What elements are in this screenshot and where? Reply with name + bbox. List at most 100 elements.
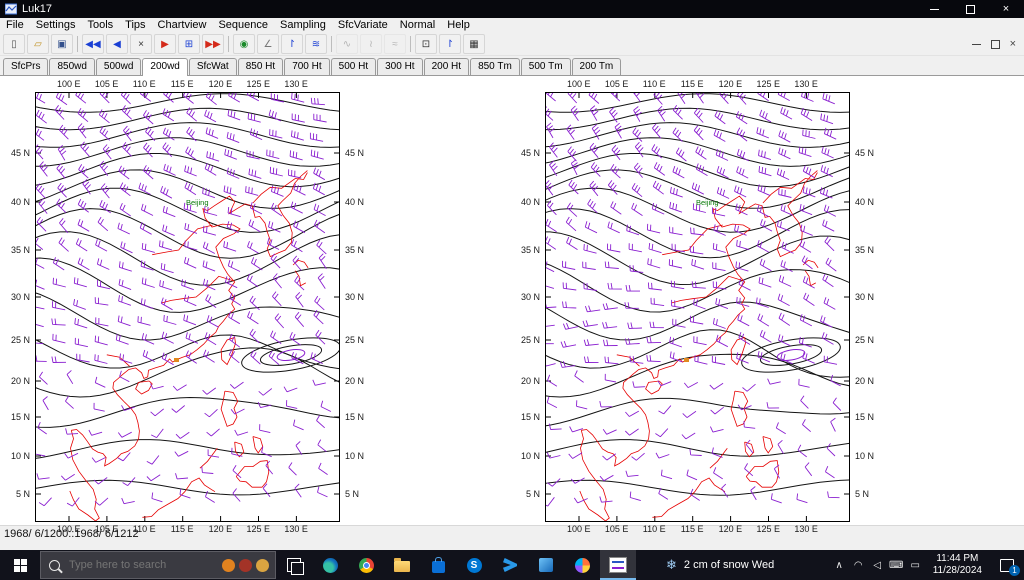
city-label: Beijing — [696, 198, 719, 207]
lat-tick-label: 30 N — [345, 292, 365, 302]
minimize-button[interactable] — [916, 0, 952, 18]
menu-item-normal[interactable]: Normal — [394, 18, 441, 33]
restore-button[interactable] — [952, 0, 988, 18]
tab-850tm[interactable]: 850 Tm — [470, 58, 520, 75]
mdi-window-controls: × — [971, 38, 1016, 50]
taskbar-media-app-icon[interactable] — [528, 550, 564, 580]
tab-850ht[interactable]: 850 Ht — [237, 58, 284, 75]
last-chart-button[interactable]: ▶▶ — [202, 34, 224, 54]
globe-button[interactable]: ◉ — [233, 34, 255, 54]
station-marker — [684, 358, 689, 362]
lon-tick-label: 100 E — [567, 79, 591, 89]
task-view-button[interactable] — [276, 550, 312, 580]
menu-item-tools[interactable]: Tools — [81, 18, 119, 33]
taskbar-chrome-icon[interactable] — [348, 550, 384, 580]
seasonal-highlight-icon-3[interactable] — [256, 558, 269, 572]
lon-tick-label: 115 E — [680, 524, 704, 534]
cross-section-button[interactable]: ∠ — [257, 34, 279, 54]
mdi-minimize-button[interactable] — [971, 43, 981, 45]
weather-widget[interactable]: ❄ 2 cm of snow Wed — [654, 550, 786, 580]
smooth-button: ≀ — [360, 34, 382, 54]
battery-icon[interactable]: ▭ — [906, 550, 925, 580]
network-icon[interactable]: ◠ — [849, 550, 868, 580]
restore-icon — [965, 4, 975, 14]
menu-item-sfcvariate[interactable]: SfcVariate — [332, 18, 394, 33]
seasonal-highlight-icon-2[interactable] — [239, 558, 252, 572]
tab-500ht[interactable]: 500 Ht — [330, 58, 377, 75]
taskbar-edge-icon[interactable] — [312, 550, 348, 580]
next-chart-button[interactable]: ▶ — [154, 34, 176, 54]
stop-button[interactable]: × — [130, 34, 152, 54]
zoom-select-button[interactable]: ⊞ — [178, 34, 200, 54]
save-button[interactable]: ▣ — [51, 34, 73, 54]
mdi-close-button[interactable]: × — [1010, 38, 1016, 50]
lat-tick-label: 35 N — [855, 245, 875, 255]
menu-item-chartview[interactable]: Chartview — [152, 18, 213, 33]
barb-overlay-button[interactable]: ↾ — [439, 34, 461, 54]
taskbar-browser-icon[interactable] — [564, 550, 600, 580]
menu-item-tips[interactable]: Tips — [119, 18, 151, 33]
taskbar-chrome-icon-glyph — [358, 557, 374, 573]
lon-tick-label: 115 E — [170, 79, 194, 89]
tab-700ht[interactable]: 700 Ht — [284, 58, 330, 75]
notification-badge: 1 — [1009, 565, 1020, 576]
lon-tick-label: 125 E — [756, 524, 781, 534]
lon-tick-label: 130 E — [284, 524, 308, 534]
taskbar-vscode-icon[interactable] — [492, 550, 528, 580]
tab-200tm[interactable]: 200 Tm — [571, 58, 622, 75]
seasonal-highlight-icon-1[interactable] — [222, 558, 235, 572]
new-file-button[interactable]: ▯ — [3, 34, 25, 54]
prev-chart-button[interactable]: ◀ — [106, 34, 128, 54]
tab-850wd[interactable]: 850wd — [49, 58, 95, 75]
menu-item-help[interactable]: Help — [441, 18, 476, 33]
tab-500tm[interactable]: 500 Tm — [520, 58, 571, 75]
lat-tick-label: 20 N — [520, 376, 540, 386]
notification-center-button[interactable]: 1 — [990, 550, 1024, 580]
menu-item-sequence[interactable]: Sequence — [212, 18, 274, 33]
tab-200wd[interactable]: 200wd — [142, 58, 188, 76]
open-file-button[interactable]: ▱ — [27, 34, 49, 54]
tab-300ht[interactable]: 300 Ht — [377, 58, 423, 75]
chart-panel-left[interactable]: 100 E 100 E 105 E 105 E 110 E 110 E 115 E 115 E… — [11, 79, 364, 534]
keyboard-icon[interactable]: ⌨ — [887, 550, 906, 580]
tab-sfcprs[interactable]: SfcPrs — [3, 58, 49, 75]
city-label: Beijing — [186, 198, 209, 207]
lat-tick-label: 5 N — [15, 489, 30, 499]
menu-item-settings[interactable]: Settings — [30, 18, 82, 33]
taskbar-clock[interactable]: 11:44 PM 11/28/2024 — [925, 553, 990, 577]
tile-windows-button[interactable]: ⊡ — [415, 34, 437, 54]
chart-panel-right[interactable]: 100 E 100 E 105 E 105 E 110 E 110 E 115 E 115 E… — [521, 79, 874, 534]
tab-sfcwat[interactable]: SfcWat — [188, 58, 237, 75]
taskbar-vscode-icon-glyph — [503, 558, 517, 572]
lat-tick-label: 15 N — [520, 412, 540, 422]
search-input[interactable] — [67, 558, 216, 572]
menubar: File Settings Tools Tips Chartview Sequence Sa… — [0, 18, 1024, 33]
first-chart-button[interactable]: ◀◀ — [82, 34, 104, 54]
taskbar-skype-icon[interactable]: S — [456, 550, 492, 580]
lon-tick-label: 100 E — [57, 524, 81, 534]
mdi-restore-button[interactable] — [990, 39, 1000, 49]
wind-barb-button[interactable]: ↾ — [281, 34, 303, 54]
lon-tick-label: 115 E — [170, 524, 194, 534]
lon-tick-label: 120 E — [208, 524, 233, 534]
start-button[interactable] — [0, 550, 40, 580]
lat-tick-label: 5 N — [525, 489, 540, 499]
taskbar-file-explorer-icon[interactable] — [384, 550, 420, 580]
volume-icon[interactable]: ◁ — [868, 550, 887, 580]
grid-button[interactable]: ▦ — [463, 34, 485, 54]
close-button[interactable]: × — [988, 0, 1024, 18]
hidden-icons-chevron[interactable]: ∧ — [830, 550, 849, 580]
lon-tick-label: 105 E — [94, 79, 119, 89]
taskbar-store-icon[interactable] — [420, 550, 456, 580]
menu-item-sampling[interactable]: Sampling — [274, 18, 332, 33]
taskbar-luk17-icon[interactable] — [600, 550, 636, 580]
tab-200ht[interactable]: 200 Ht — [423, 58, 470, 75]
lon-tick-label: 125 E — [246, 79, 271, 89]
tab-500wd[interactable]: 500wd — [95, 58, 142, 75]
contour-button[interactable]: ≋ — [305, 34, 327, 54]
lon-tick-label: 120 E — [718, 79, 743, 89]
minimize-icon — [929, 8, 939, 10]
menu-item-file[interactable]: File — [0, 18, 30, 33]
lat-tick-label: 20 N — [855, 376, 875, 386]
lat-tick-label: 40 N — [520, 197, 540, 207]
